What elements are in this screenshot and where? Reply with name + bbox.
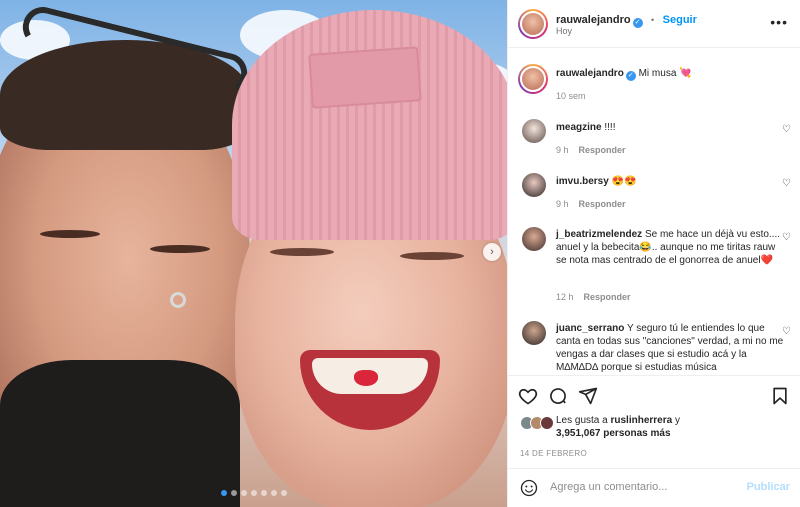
likes-summary: Les gusta a ruslinherrera y 3,951,067 pe…	[520, 414, 790, 440]
add-comment-bar: Agrega un comentario... Publicar	[508, 468, 800, 507]
likes-connector: y	[674, 415, 680, 426]
commenter-avatar[interactable]	[522, 119, 546, 143]
comments-list[interactable]: rauwalejandro ✓ Mi musa 💘 10 sem meagzine…	[508, 49, 800, 375]
commenter-avatar[interactable]	[522, 321, 546, 345]
comment-meta: 12 h Responder	[556, 292, 631, 302]
publish-button[interactable]: Publicar	[747, 481, 790, 493]
heart-icon[interactable]: ♡	[782, 179, 792, 189]
action-bar	[508, 375, 800, 415]
man-eye	[150, 245, 210, 253]
woman-eye	[270, 248, 334, 256]
carousel-dot	[270, 490, 277, 496]
separator: •	[651, 15, 655, 25]
emoji-icon[interactable]	[520, 479, 538, 497]
likers-avatars	[520, 416, 560, 432]
caption-age: 10 sem	[556, 91, 586, 101]
share-icon[interactable]	[578, 386, 598, 406]
avatar	[540, 416, 554, 430]
commenter-avatar[interactable]	[522, 173, 546, 197]
beanie-patch	[308, 46, 422, 109]
likes-count[interactable]: 3,951,067 personas más	[556, 428, 671, 439]
caption: rauwalejandro ✓ Mi musa 💘	[556, 67, 784, 81]
comment-icon[interactable]	[548, 386, 568, 406]
carousel-dots	[0, 490, 507, 496]
man-beard	[0, 360, 240, 507]
comment: j_beatrizmelendez Se me hace un déjà vu …	[556, 228, 784, 267]
instagram-post: › rauwalejandro ✓ • Seguir Hoy ••• rauwal…	[0, 0, 800, 507]
carousel-dot	[230, 490, 237, 496]
comment-text: 😍😍	[611, 176, 637, 187]
caption-username[interactable]: rauwalejandro	[556, 68, 624, 79]
post-header: rauwalejandro ✓ • Seguir Hoy •••	[508, 0, 800, 48]
carousel-dot	[240, 490, 247, 496]
next-arrow-icon[interactable]: ›	[483, 243, 501, 261]
comment-age: 12 h	[556, 292, 574, 302]
carousel-dot	[260, 490, 267, 496]
author-line: rauwalejandro ✓ • Seguir	[556, 10, 697, 28]
carousel-dot	[280, 490, 287, 496]
post-photo[interactable]: ›	[0, 0, 507, 507]
carousel-dot	[220, 490, 227, 496]
bookmark-icon[interactable]	[770, 386, 790, 406]
butterfly-gem	[354, 370, 378, 386]
reply-button[interactable]: Responder	[579, 199, 626, 209]
comment-age: 9 h	[556, 145, 569, 155]
comment-username[interactable]: j_beatrizmelendez	[556, 229, 642, 240]
follow-button[interactable]: Seguir	[663, 14, 697, 26]
reply-button[interactable]: Responder	[579, 145, 626, 155]
author-username[interactable]: rauwalejandro	[556, 14, 631, 26]
author-avatar[interactable]	[518, 9, 548, 39]
comment-username[interactable]: juanc_serrano	[556, 323, 624, 334]
woman-eye	[400, 252, 464, 260]
heart-icon[interactable]: ♡	[782, 327, 792, 337]
caption-avatar[interactable]	[518, 64, 548, 94]
comment: meagzine !!!!	[556, 121, 784, 134]
comment-text: !!!!	[604, 122, 616, 133]
verified-icon: ✓	[632, 18, 643, 28]
verified-icon: ✓	[625, 71, 636, 81]
heart-icon[interactable]: ♡	[782, 233, 792, 243]
comment-username[interactable]: meagzine	[556, 122, 602, 133]
commenter-avatar[interactable]	[522, 227, 546, 251]
post-sidebar: rauwalejandro ✓ • Seguir Hoy ••• rauwalej…	[507, 0, 800, 507]
comment-meta: 9 h Responder	[556, 199, 626, 209]
heart-icon[interactable]: ♡	[782, 125, 792, 135]
comment: imvu.bersy 😍😍	[556, 175, 784, 188]
post-location[interactable]: Hoy	[556, 26, 572, 36]
comment-username[interactable]: imvu.bersy	[556, 176, 609, 187]
likes-prefix: Les gusta a	[556, 415, 608, 426]
caption-text: Mi musa 💘	[638, 68, 692, 79]
comment-input[interactable]: Agrega un comentario...	[550, 481, 667, 493]
heart-icon[interactable]	[518, 386, 538, 406]
comment: juanc_serrano Y seguro tú le entiendes l…	[556, 322, 784, 374]
liker-username[interactable]: ruslinherrera	[611, 415, 673, 426]
man-eye	[40, 230, 100, 238]
carousel-dot	[250, 490, 257, 496]
more-icon[interactable]: •••	[770, 14, 788, 30]
post-date[interactable]: 14 DE FEBRERO	[520, 449, 587, 458]
pink-beanie	[232, 10, 507, 240]
reply-button[interactable]: Responder	[584, 292, 631, 302]
likes-text: Les gusta a ruslinherrera y 3,951,067 pe…	[556, 414, 790, 440]
comment-age: 9 h	[556, 199, 569, 209]
comment-meta: 9 h Responder	[556, 145, 626, 155]
nose-ring	[170, 292, 186, 308]
